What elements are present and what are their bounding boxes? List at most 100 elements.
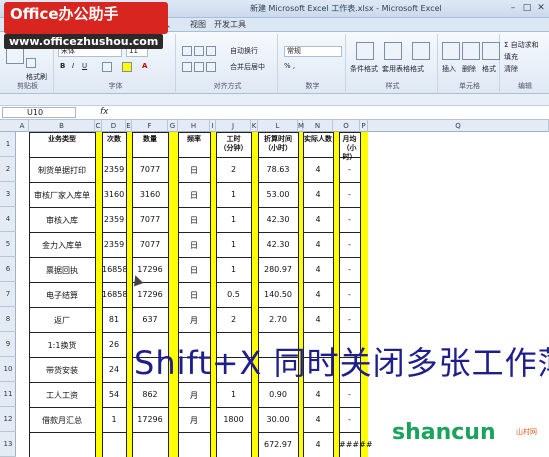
table-cell[interactable]: 4	[303, 265, 333, 274]
row-header-7[interactable]: 7	[0, 282, 16, 307]
table-cell[interactable]: 17296	[132, 265, 168, 274]
table-cell[interactable]: 4	[303, 215, 333, 224]
column-header-G[interactable]: G	[168, 120, 178, 132]
table-cell[interactable]: 1:1换货	[29, 340, 95, 351]
table-cell[interactable]: 月	[178, 415, 210, 426]
table-cell[interactable]: 0.5	[216, 290, 251, 299]
row-header-4[interactable]: 4	[0, 207, 16, 232]
table-cell[interactable]: 借款月汇总	[29, 415, 95, 426]
table-header-cell[interactable]: 折算时间 （小时）	[258, 135, 298, 153]
bold-button[interactable]: B	[60, 62, 65, 70]
table-cell[interactable]: 4	[303, 440, 333, 449]
table-cell[interactable]: 1	[216, 215, 251, 224]
align-top-button[interactable]	[182, 46, 218, 56]
table-cell[interactable]: 1	[216, 240, 251, 249]
table-cell[interactable]: 日	[178, 190, 210, 201]
table-cell[interactable]: -	[339, 390, 360, 399]
name-box[interactable]: U10	[2, 107, 76, 118]
table-cell[interactable]: #####	[339, 440, 373, 449]
table-cell[interactable]: 工人工资	[29, 390, 95, 401]
table-cell[interactable]: 制货单据打印	[29, 165, 95, 176]
table-cell[interactable]: 1800	[216, 415, 251, 424]
table-cell[interactable]: 日	[178, 240, 210, 251]
percent-button[interactable]: % ,	[284, 62, 295, 70]
table-cell[interactable]: 7077	[132, 165, 168, 174]
table-cell[interactable]: 1	[102, 415, 126, 424]
delete-icon[interactable]	[462, 42, 480, 60]
table-cell[interactable]: -	[339, 290, 360, 299]
fill-button[interactable]: 填充	[504, 52, 518, 62]
table-cell[interactable]: 4	[303, 190, 333, 199]
table-cell[interactable]: -	[339, 165, 360, 174]
worksheet-grid[interactable]: ABCDEFGHIJKLMNOPQ 1 2 3 4 5 6 7 8 9 10 11 12 13 业务类型…	[0, 120, 549, 457]
fill-color-button[interactable]	[122, 62, 134, 72]
row-header-5[interactable]: 5	[0, 232, 16, 257]
table-cell[interactable]: 4	[303, 290, 333, 299]
row-header-10[interactable]: 10	[0, 357, 16, 382]
table-cell[interactable]: 0.90	[258, 390, 298, 399]
column-header-O[interactable]: O	[333, 120, 360, 132]
table-cell[interactable]: 7077	[132, 240, 168, 249]
conditional-format-icon[interactable]	[356, 42, 374, 60]
table-cell[interactable]: 日	[178, 165, 210, 176]
table-cell[interactable]: 672.97	[258, 440, 298, 449]
table-cell[interactable]: 2	[216, 165, 251, 174]
table-cell[interactable]: -	[339, 265, 360, 274]
table-cell[interactable]: -	[339, 215, 360, 224]
table-header-cell[interactable]: 次数	[102, 135, 126, 144]
table-header-cell[interactable]: 频率	[178, 135, 210, 144]
table-cell[interactable]: 4	[303, 390, 333, 399]
format-button[interactable]: 格式	[482, 64, 496, 74]
table-cell[interactable]: 4	[303, 415, 333, 424]
table-cell[interactable]: 日	[178, 290, 210, 301]
column-header-A[interactable]: A	[16, 120, 29, 132]
table-cell[interactable]: 3160	[132, 190, 168, 199]
column-header-P[interactable]: P	[360, 120, 368, 132]
minimize-button[interactable]: –	[506, 2, 520, 14]
table-cell[interactable]: 140.50	[258, 290, 298, 299]
table-cell[interactable]: 日	[178, 265, 210, 276]
row-header-6[interactable]: 6	[0, 257, 16, 282]
row-header-9[interactable]: 9	[0, 332, 16, 357]
maximize-button[interactable]: □	[520, 2, 534, 14]
table-cell[interactable]: 带货安装	[29, 365, 95, 376]
tab-developer[interactable]: 开发工具	[210, 19, 250, 30]
wrap-text-button[interactable]: 自动换行	[230, 46, 258, 56]
table-cell[interactable]: -	[339, 315, 360, 324]
table-cell[interactable]: 金力入库单	[29, 240, 95, 251]
table-cell[interactable]: 审核厂家入库单	[29, 190, 95, 201]
table-cell[interactable]: 3160	[102, 190, 126, 199]
tab-view[interactable]: 视图	[186, 19, 210, 30]
column-header-F[interactable]: F	[132, 120, 168, 132]
table-cell[interactable]: 4	[303, 315, 333, 324]
table-header-cell[interactable]: 业务类型	[29, 135, 95, 144]
table-header-cell[interactable]: 数量	[132, 135, 168, 144]
column-header-B[interactable]: B	[29, 120, 95, 132]
table-cell[interactable]: 日	[178, 215, 210, 226]
table-header-cell[interactable]: 实际人数	[303, 135, 333, 144]
table-cell[interactable]: 862	[132, 390, 168, 399]
row-header-2[interactable]: 2	[0, 157, 16, 182]
cut-button[interactable]	[26, 58, 38, 68]
table-cell[interactable]: 1	[216, 265, 251, 274]
table-cell[interactable]: 2	[216, 315, 251, 324]
column-header-C[interactable]: C	[95, 120, 102, 132]
table-cell[interactable]: 24	[102, 365, 126, 374]
format-icon[interactable]	[482, 42, 500, 60]
table-cell[interactable]: 637	[132, 315, 168, 324]
merge-center-button[interactable]: 合并后居中	[230, 62, 265, 72]
column-header-J[interactable]: J	[216, 120, 251, 132]
column-header-D[interactable]: D	[102, 120, 126, 132]
close-button[interactable]: ✕	[534, 2, 548, 14]
insert-button[interactable]: 插入	[442, 64, 456, 74]
table-header-cell[interactable]: 月均 （小时）	[339, 135, 360, 162]
table-cell[interactable]: 4	[303, 165, 333, 174]
cell-style-icon[interactable]	[412, 42, 430, 60]
insert-icon[interactable]	[442, 42, 460, 60]
table-cell[interactable]: 53.00	[258, 190, 298, 199]
row-header-12[interactable]: 12	[0, 407, 16, 432]
clear-button[interactable]: 清除	[504, 64, 518, 74]
column-header-K[interactable]: K	[251, 120, 258, 132]
column-header-Q[interactable]: Q	[368, 120, 549, 132]
table-cell[interactable]: 月	[178, 315, 210, 326]
